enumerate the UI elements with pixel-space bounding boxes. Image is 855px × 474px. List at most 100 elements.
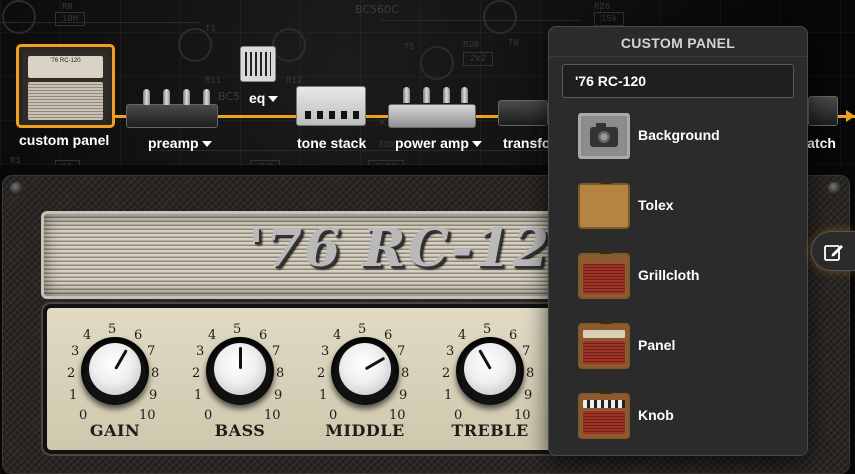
dial-number: 2 [192, 366, 201, 381]
amp-match-module[interactable] [808, 96, 838, 126]
panel-name-input[interactable] [562, 64, 794, 98]
chevron-down-icon [471, 141, 482, 148]
tube-icon [183, 89, 190, 105]
dial-number: 7 [522, 344, 531, 359]
bass-knob-block: 0 1 2 3 4 5 6 7 8 9 10 BASS [180, 308, 300, 448]
eq-sliders-icon [245, 52, 271, 76]
amp-name-logo: '76 RC-120 [248, 218, 590, 279]
dial-number: 9 [524, 388, 533, 403]
schematic-label: T6 [508, 38, 519, 48]
tube-icon [443, 87, 450, 103]
power-amp-module[interactable] [388, 87, 476, 128]
menu-item-label: Knob [638, 407, 674, 423]
chevron-down-icon [268, 96, 279, 103]
menu-item-panel[interactable]: Panel [549, 317, 807, 375]
tube-icon [461, 87, 468, 103]
eq-label-text: eq [249, 90, 266, 106]
menu-item-grillcloth[interactable]: Grillcloth [549, 247, 807, 305]
schematic-label: R11 [205, 76, 222, 86]
amp-thumbnail-icon: '76 RC-120 [23, 51, 108, 121]
schematic-wire [0, 22, 200, 23]
menu-item-tolex[interactable]: Tolex [549, 177, 807, 235]
transformer-module[interactable] [498, 100, 548, 126]
knob-pointer [239, 347, 242, 369]
dial-number: 4 [458, 328, 467, 343]
dial-number: 7 [272, 344, 281, 359]
menu-item-label: Background [638, 127, 720, 143]
tolex-swatch [578, 180, 630, 229]
dial-number: 9 [274, 388, 283, 403]
dial-number: 1 [444, 388, 453, 403]
dial-number: 4 [333, 328, 342, 343]
dial-number: 6 [509, 328, 518, 343]
control-panel: 0 1 2 3 4 5 6 7 8 9 10 GAIN 0 1 2 3 4 5 6 7 8 9 10 BASS 012345… [43, 304, 563, 454]
schematic-label: K [380, 118, 386, 128]
dial-number: 8 [276, 366, 285, 381]
preamp-module[interactable] [126, 89, 218, 128]
dial-number: 4 [208, 328, 217, 343]
schematic-label: R1 [10, 156, 21, 165]
treble-knob-block: 0 1 2 3 4 5 6 7 8 9 10 TREBLE [430, 308, 550, 448]
amp-thumbnail-grill [28, 82, 103, 120]
module-label-eq[interactable]: eq [249, 90, 279, 106]
module-label-power-amp[interactable]: power amp [395, 135, 482, 151]
schematic-resistor: 15k [594, 12, 625, 26]
tone-stack-module[interactable] [296, 86, 366, 126]
dial-number: 2 [442, 366, 451, 381]
dial-number: 9 [399, 388, 408, 403]
tube-icon [163, 89, 170, 105]
dial-number: 8 [401, 366, 410, 381]
dial-number: 4 [83, 328, 92, 343]
dial-number: 3 [446, 344, 455, 359]
chevron-down-icon [201, 141, 212, 148]
gain-knob-block: 0 1 2 3 4 5 6 7 8 9 10 GAIN [55, 308, 175, 448]
transistor-symbol [420, 46, 454, 80]
edit-panel-button[interactable] [811, 231, 855, 271]
menu-item-background[interactable]: Background [549, 107, 807, 165]
knob-label: BASS [214, 421, 266, 440]
preamp-label-text: preamp [148, 135, 199, 151]
panel-icon [578, 320, 630, 369]
eq-module[interactable] [240, 46, 276, 82]
dial-number: 2 [67, 366, 76, 381]
screw-icon [10, 182, 23, 195]
menu-item-knob[interactable]: Knob [549, 387, 807, 445]
dial-number: 3 [71, 344, 80, 359]
schematic-resistor: 2k2 [463, 52, 494, 66]
schematic-label: R26 [594, 2, 611, 12]
schematic-label: R12 [286, 76, 303, 86]
custom-panel-popover: CUSTOM PANEL Background Tolex [548, 26, 808, 456]
module-label-tone-stack[interactable]: tone stack [297, 135, 366, 151]
panel-swatch [578, 320, 630, 369]
dial-number: 5 [108, 322, 117, 337]
dial-number: 1 [194, 388, 203, 403]
custom-panel-module[interactable]: '76 RC-120 [16, 44, 115, 128]
dial-number: 9 [149, 388, 158, 403]
tolex-icon [578, 180, 630, 229]
dial-number: 7 [147, 344, 156, 359]
dial-number: 8 [151, 366, 160, 381]
module-label-preamp[interactable]: preamp [148, 135, 212, 151]
tube-icon [143, 89, 150, 105]
popover-title: CUSTOM PANEL [620, 35, 736, 51]
dial-number: 6 [134, 328, 143, 343]
module-label-transformer[interactable]: transfo [503, 135, 550, 151]
schematic-label: 330 [378, 140, 395, 150]
dial-number: 5 [233, 322, 242, 337]
knob-label: GAIN [89, 421, 141, 440]
edit-icon [824, 245, 843, 261]
module-label-custom-panel[interactable]: custom panel [19, 132, 109, 148]
dial-number: 5 [358, 322, 367, 337]
dial-number: 3 [196, 344, 205, 359]
tube-icon [203, 89, 210, 105]
schematic-label: BC5 [218, 90, 241, 103]
tone-stack-knobs [305, 111, 359, 119]
schematic-label: R8 [62, 2, 73, 12]
transistor-symbol [483, 0, 517, 34]
camera-icon [578, 113, 630, 159]
dial-number: 8 [526, 366, 535, 381]
schematic-label: T5 [404, 42, 415, 52]
menu-item-label: Grillcloth [638, 267, 700, 283]
dial-number: 3 [321, 344, 330, 359]
dial-number: 2 [317, 366, 326, 381]
